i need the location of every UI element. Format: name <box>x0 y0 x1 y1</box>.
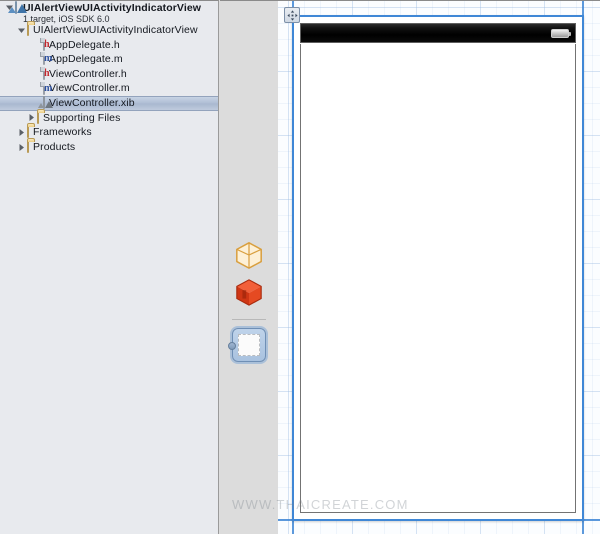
interface-builder-file-icon <box>43 96 45 110</box>
tree-row-viewcontroller-xib[interactable]: ViewController.xib <box>0 95 218 111</box>
implementation-file-icon: m <box>43 81 52 95</box>
folder-icon <box>27 140 29 154</box>
dock-divider <box>232 319 266 320</box>
implementation-file-icon: m <box>43 52 52 66</box>
wireframe-cube-icon <box>236 242 262 269</box>
disclosure-triangle-closed-icon[interactable] <box>16 128 27 137</box>
view-connection-nub[interactable] <box>228 342 236 350</box>
project-file-tree[interactable]: UIAlertViewUIActivityIndicatorView 1 tar… <box>0 1 218 154</box>
disclosure-triangle-closed-icon[interactable] <box>16 143 27 152</box>
disclosure-triangle-open-icon[interactable] <box>16 26 27 35</box>
dock-item-first-responder[interactable] <box>220 274 278 310</box>
tree-row-label: Products <box>33 140 76 153</box>
project-navigator[interactable]: UIAlertViewUIActivityIndicatorView 1 tar… <box>0 0 219 534</box>
tree-row-label: AppDelegate.h <box>49 38 120 51</box>
tree-row-project[interactable]: UIAlertViewUIActivityIndicatorView 1 tar… <box>0 1 218 23</box>
header-file-icon: h <box>43 67 50 81</box>
tree-row-label: AppDelegate.m <box>49 53 123 66</box>
folder-icon <box>37 110 39 124</box>
device-view-canvas[interactable] <box>292 15 584 521</box>
view-object-icon[interactable] <box>228 328 266 362</box>
tree-row-label: ViewController.h <box>49 67 127 80</box>
tree-row-group-main[interactable]: UIAlertViewUIActivityIndicatorView <box>0 23 218 38</box>
xcode-project-icon <box>15 1 17 14</box>
dock-item-view[interactable] <box>220 324 278 366</box>
folder-icon <box>27 23 29 37</box>
tree-row-appdelegate-h[interactable]: h AppDelegate.h <box>0 37 218 53</box>
tree-row-label: ViewController.xib <box>49 97 135 110</box>
disclosure-triangle-closed-icon[interactable] <box>26 113 37 122</box>
view-object-inner <box>238 334 260 356</box>
ios-status-bar <box>300 23 576 43</box>
solid-cube-icon <box>236 279 262 306</box>
tree-row-label: Frameworks <box>33 126 92 139</box>
folder-icon <box>27 125 29 139</box>
header-file-icon: h <box>43 37 50 51</box>
view-content-area[interactable] <box>300 44 576 513</box>
interface-builder-canvas[interactable] <box>278 0 600 534</box>
tree-row-viewcontroller-m[interactable]: m ViewController.m <box>0 81 218 96</box>
xcode-window: UIAlertViewUIActivityIndicatorView 1 tar… <box>0 0 600 534</box>
tree-row-viewcontroller-h[interactable]: h ViewController.h <box>0 67 218 82</box>
four-way-arrow-glyph <box>286 9 298 21</box>
move-resize-handle-icon[interactable] <box>284 7 300 23</box>
project-title: UIAlertViewUIActivityIndicatorView <box>23 2 202 14</box>
battery-icon <box>551 28 571 38</box>
tree-row-label: UIAlertViewUIActivityIndicatorView <box>33 24 198 37</box>
tree-row-label: Supporting Files <box>43 111 121 124</box>
tree-row-appdelegate-m[interactable]: m AppDelegate.m <box>0 52 218 67</box>
tree-row-products[interactable]: Products <box>0 140 218 155</box>
interface-builder-dock[interactable] <box>220 0 278 534</box>
tree-row-label: ViewController.m <box>49 82 130 95</box>
dock-item-files-owner[interactable] <box>220 237 278 273</box>
